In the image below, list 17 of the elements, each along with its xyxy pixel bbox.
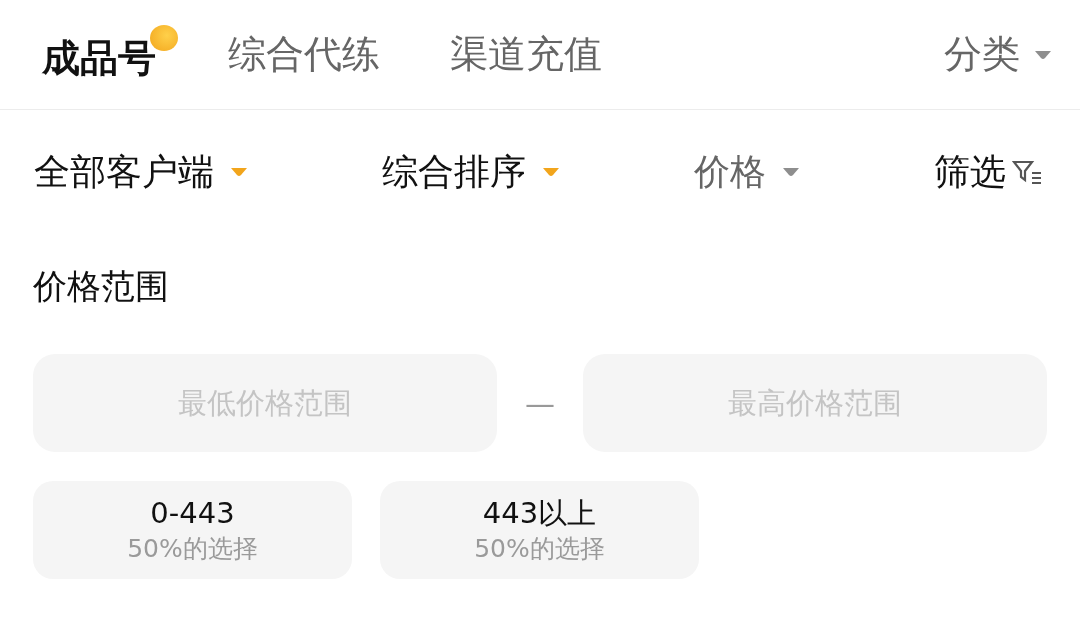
dropdown-button[interactable]: 全部客户端 [34, 147, 248, 197]
caret-icon [1034, 49, 1052, 60]
tab[interactable]: 渠道充值 [450, 29, 602, 80]
filter-icon [1012, 159, 1044, 185]
tab[interactable]: 综合代练 [228, 29, 380, 80]
tab[interactable]: 成品号 [42, 25, 178, 84]
caret-icon [782, 167, 800, 177]
range-separator: — [524, 385, 556, 421]
category-dropdown[interactable]: 分类 [944, 29, 1052, 80]
caret-icon [230, 167, 248, 177]
price-preset[interactable]: 443以上 50%的选择 [380, 481, 699, 579]
dropdown-button[interactable]: 价格 [694, 147, 800, 197]
caret-icon [542, 167, 560, 177]
dropdown-button[interactable]: 综合排序 [382, 147, 560, 197]
filter-button[interactable]: 筛选 [934, 147, 1044, 197]
price-preset[interactable]: 0-443 50%的选择 [33, 481, 352, 579]
section-title: 价格范围 [33, 265, 170, 308]
